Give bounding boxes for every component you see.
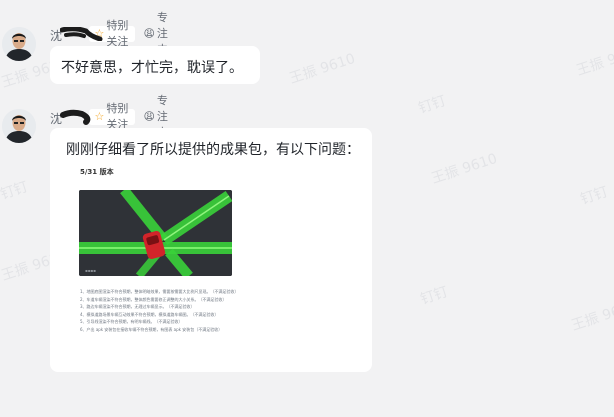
document-title: 5/31 版本	[80, 168, 114, 176]
issue-item: 5、引导线渲染不符合预期，有明车辆线。（不满足验收）	[80, 319, 183, 324]
sender-name[interactable]: 沈	[50, 27, 103, 43]
road-map-icon: ▪▪▪▪	[79, 190, 232, 276]
issue-item: 1、地图底图渲染不符合预期，整体明暗效果，需要按需要大比例尺显现。（不满足验收）	[80, 289, 239, 294]
message-text: 不好意思，才忙完，耽误了。	[61, 60, 243, 76]
focus-status-badge[interactable]: 😩 专注中	[141, 94, 175, 139]
sender-row: 沈 ☆ 特别关注 😩 专注中	[50, 94, 175, 139]
focus-emoji-icon: 😩	[143, 27, 155, 40]
redaction-scribble	[60, 109, 91, 125]
focus-emoji-icon: 😩	[143, 110, 155, 123]
watermark: 钉钉	[578, 184, 611, 208]
svg-text:▪▪▪▪: ▪▪▪▪	[85, 268, 96, 273]
document-image-attachment[interactable]: 5/31 版本 ▪▪▪▪ 1、地图底图渲染不符合预期，整体明暗效果，需要按需要大…	[72, 162, 362, 362]
issue-item: 2、车道车辆渲染不符合预期，整体颜色需要修正调整的大小关系。（不满足验收）	[80, 296, 227, 302]
avatar-photo-icon	[2, 109, 36, 143]
focus-status-badge[interactable]: 😩 专注中	[141, 11, 175, 56]
map-render-image: ▪▪▪▪	[79, 190, 232, 276]
watermark: 王振 9610	[569, 297, 614, 335]
message-bubble[interactable]: 不好意思，才忙完，耽误了。	[50, 46, 260, 84]
issue-item: 4、模拟道路场景车辆互动效果不符合预期，模拟道路车辆图。（不满足验收）	[80, 311, 219, 317]
avatar-photo-icon	[2, 27, 36, 61]
message-text: 刚刚仔细看了所以提供的成果包，有以下问题：	[66, 142, 360, 158]
avatar[interactable]	[2, 27, 36, 61]
sender-name[interactable]: 沈	[50, 109, 91, 126]
watermark: 钉钉	[0, 179, 31, 203]
issue-item: 3、路边车辆渲染不符合预期，无理过车辆显示。（不满足验收）	[80, 304, 195, 309]
issue-item: 6、产出 apk 安装包在接收车辆不符合预期，有图表 apk 安装包（不满足验收…	[80, 326, 223, 332]
issue-list: 1、地图底图渲染不符合预期，整体明暗效果，需要按需要大比例尺显现。（不满足验收）…	[80, 288, 239, 333]
watermark: 钉钉	[416, 93, 449, 117]
watermark: 王振 9610	[429, 150, 500, 188]
sender-row: 沈 ☆ 特别关注 😩 专注中	[50, 11, 175, 56]
message-bubble[interactable]: 刚刚仔细看了所以提供的成果包，有以下问题： 5/31 版本 ▪▪▪▪ 1、地图底…	[50, 128, 372, 372]
redaction-scribble	[60, 27, 103, 41]
watermark: 王振 9610	[574, 42, 614, 80]
avatar[interactable]	[2, 109, 36, 143]
watermark: 王振 9610	[287, 50, 358, 88]
watermark: 钉钉	[418, 284, 451, 308]
